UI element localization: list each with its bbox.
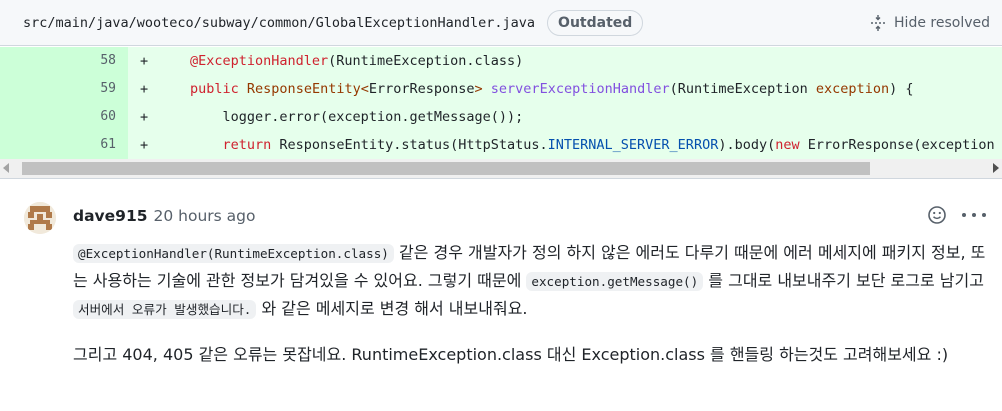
scroll-right-arrow-icon[interactable]: [993, 163, 999, 173]
code-token: INTERNAL_SERVER_ERROR: [547, 137, 719, 153]
review-comment: dave915 20 hours ago @ExceptionHandler(R…: [0, 178, 1002, 411]
line-number[interactable]: 61: [0, 131, 128, 159]
code-token: >: [474, 81, 483, 97]
code-token: exception: [815, 81, 890, 97]
hide-resolved-button[interactable]: Hide resolved: [870, 11, 990, 35]
hide-resolved-label: Hide resolved: [894, 15, 990, 31]
code-token: ErrorResponse: [368, 81, 475, 97]
comment-paragraph: 그리고 404, 405 같은 오류는 못잡네요. RuntimeExcepti…: [73, 345, 949, 364]
code-token: new: [775, 137, 800, 153]
diff-marker: +: [140, 81, 149, 97]
scroll-left-arrow-icon[interactable]: [3, 163, 9, 173]
comment-author[interactable]: dave915: [73, 207, 148, 225]
comment-body: @ExceptionHandler(RuntimeException.class…: [73, 239, 991, 368]
code-line: + logger.error(exception.getMessage());: [128, 103, 1002, 131]
inline-code: 서버에서 오류가 발생했습니다.: [73, 300, 257, 319]
code-token: return: [222, 137, 272, 153]
inline-code: @ExceptionHandler(RuntimeException.class…: [73, 244, 394, 263]
code-token: ResponseEntity<: [246, 81, 369, 97]
file-header: src/main/java/wooteco/subway/common/Glob…: [0, 0, 1002, 46]
code-token: public: [190, 81, 239, 97]
comment-paragraph: @ExceptionHandler(RuntimeException.class…: [73, 239, 991, 323]
line-number[interactable]: 58: [0, 47, 128, 75]
diff-line: 59 + public ResponseEntity<ErrorResponse>…: [0, 75, 1002, 103]
code-line: + @ExceptionHandler(RuntimeException.clas…: [128, 47, 1002, 75]
code-token: ErrorResponse(exception: [799, 137, 995, 153]
comment-header: dave915 20 hours ago: [73, 207, 256, 225]
horizontal-scrollbar[interactable]: [0, 159, 1002, 178]
diff-line: 60 + logger.error(exception.getMessage()…: [0, 103, 1002, 131]
diff-line: 58 + @ExceptionHandler(RuntimeException.c…: [0, 47, 1002, 75]
diff-marker: +: [140, 137, 149, 153]
diff-marker: +: [140, 53, 149, 69]
code-token: (RuntimeException: [669, 81, 816, 97]
code-token: (RuntimeException.class): [328, 53, 524, 69]
avatar[interactable]: [24, 202, 56, 234]
comment-text: 와 같은 메세지로 변경 해서 내보내줘요.: [256, 299, 528, 318]
inline-code: exception.getMessage(): [526, 272, 704, 291]
line-number[interactable]: 60: [0, 103, 128, 131]
comment-timestamp[interactable]: 20 hours ago: [154, 207, 256, 225]
smiley-icon[interactable]: [927, 205, 947, 225]
diff-line: 61 + return ResponseEntity.status(HttpSt…: [0, 131, 1002, 159]
code-token: serverExceptionHandler: [490, 81, 670, 97]
code-token: logger.error(exception.getMessage());: [222, 109, 524, 125]
diff-view: 58 + @ExceptionHandler(RuntimeException.c…: [0, 47, 1002, 159]
kebab-horizontal-icon[interactable]: [962, 205, 986, 225]
code-token: ResponseEntity.status(HttpStatus.: [271, 137, 548, 153]
file-path[interactable]: src/main/java/wooteco/subway/common/Glob…: [23, 15, 535, 31]
identicon-icon: [24, 202, 56, 234]
scrollbar-thumb[interactable]: [22, 162, 870, 175]
code-line: + return ResponseEntity.status(HttpStatu…: [128, 131, 1002, 159]
code-token: @ExceptionHandler: [190, 53, 329, 69]
code-line: + public ResponseEntity<ErrorResponse> se…: [128, 75, 1002, 103]
fold-icon: [871, 15, 886, 31]
code-token: ).body(: [718, 137, 776, 153]
comment-text: 를 그대로 내보내주기 보단 로그로 남기고: [703, 271, 984, 290]
outdated-badge: Outdated: [547, 9, 644, 36]
diff-marker: +: [140, 109, 149, 125]
code-token: ) {: [889, 81, 914, 97]
line-number[interactable]: 59: [0, 75, 128, 103]
